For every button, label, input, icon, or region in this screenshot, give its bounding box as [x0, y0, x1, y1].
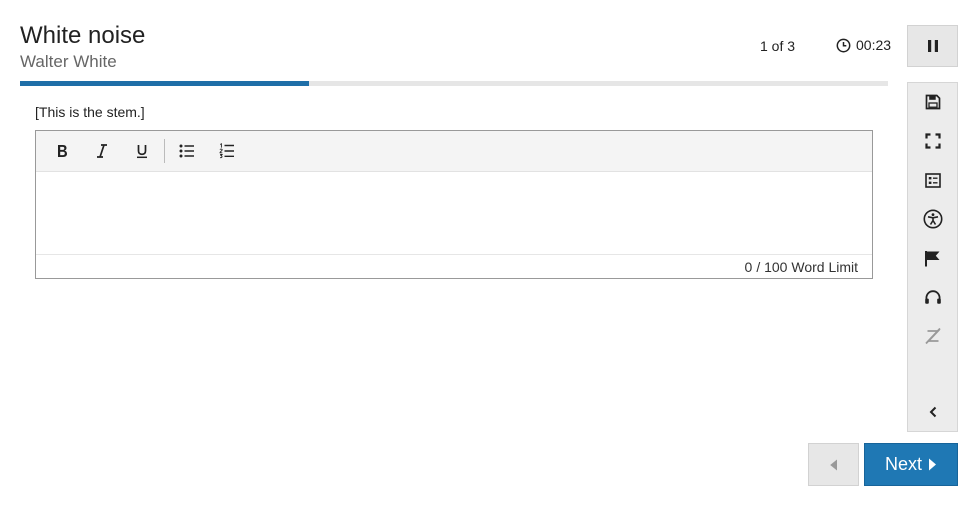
- student-name: Walter White: [20, 52, 117, 71]
- underline-button[interactable]: [122, 131, 162, 172]
- underline-icon: [137, 145, 147, 159]
- chevron-left-icon: [929, 406, 936, 418]
- bulleted-list-icon: [179, 144, 194, 158]
- next-button[interactable]: Next: [864, 443, 958, 486]
- word-count: 0 / 100 Word Limit: [36, 254, 872, 278]
- italic-button[interactable]: [82, 131, 122, 172]
- save-button[interactable]: [908, 87, 957, 117]
- question-stem: [This is the stem.]: [35, 104, 145, 120]
- word-limit-label: / 100 Word Limit: [756, 258, 858, 275]
- notes-button[interactable]: [908, 165, 957, 195]
- caret-left-icon: [830, 459, 837, 470]
- previous-button[interactable]: [808, 443, 859, 486]
- pause-icon: [927, 40, 938, 52]
- fullscreen-button[interactable]: [908, 126, 957, 156]
- caret-right-icon: [929, 458, 936, 471]
- clock-icon: [836, 38, 851, 52]
- next-button-label: Next: [884, 454, 922, 474]
- question-counter: 1 of 3: [760, 38, 796, 54]
- editor-toolbar: [36, 131, 872, 172]
- italic-icon: [97, 144, 107, 158]
- numbered-list-icon: [219, 143, 234, 159]
- save-icon: [925, 94, 940, 110]
- numbered-list-button[interactable]: [207, 131, 247, 172]
- accessibility-icon: [923, 209, 942, 229]
- collapse-sidebar-button[interactable]: [908, 397, 957, 427]
- accessibility-button[interactable]: [908, 204, 957, 234]
- fullscreen-icon: [924, 133, 941, 149]
- progress-fill: [20, 81, 310, 86]
- bold-icon: [58, 145, 67, 157]
- bulleted-list-button[interactable]: [167, 131, 207, 172]
- timer: 00:23: [836, 37, 891, 53]
- tools-sidebar: [907, 82, 958, 432]
- eliminate-choice-icon: [924, 327, 941, 345]
- audio-button[interactable]: [908, 282, 957, 312]
- timer-value: 00:23: [856, 37, 892, 53]
- response-textarea[interactable]: [36, 172, 872, 254]
- headphones-icon: [924, 290, 941, 304]
- pause-button[interactable]: [907, 25, 958, 67]
- page-title: White noise: [20, 22, 146, 49]
- notes-icon: [924, 172, 941, 188]
- progress-bar: [20, 81, 888, 86]
- eliminate-choice-button[interactable]: [908, 321, 957, 351]
- toolbar-divider: [164, 139, 165, 163]
- flag-icon: [925, 250, 940, 266]
- flag-button[interactable]: [908, 243, 957, 273]
- rich-text-editor: 0 / 100 Word Limit: [35, 130, 873, 279]
- word-count-value: 0: [744, 258, 753, 275]
- bold-button[interactable]: [42, 131, 82, 172]
